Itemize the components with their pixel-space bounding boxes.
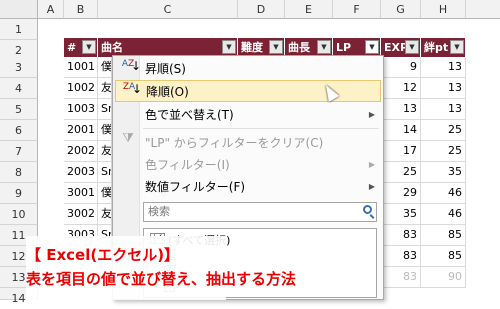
search-icon bbox=[363, 205, 372, 214]
table-cell[interactable]: 85 bbox=[421, 225, 466, 246]
table-cell[interactable]: 友 bbox=[98, 141, 112, 162]
clear-filter-icon: ⧩ bbox=[122, 131, 134, 146]
column-header-h[interactable]: H bbox=[421, 0, 466, 19]
table-cell[interactable]: 9 bbox=[381, 57, 421, 78]
table-cell[interactable]: 僕 bbox=[98, 57, 112, 78]
filter-dropdown-icon[interactable]: ▼ bbox=[222, 40, 236, 54]
table-cell[interactable]: 90 bbox=[421, 267, 466, 288]
submenu-arrow-icon: ▶ bbox=[368, 182, 375, 191]
table-cell[interactable]: 僕 bbox=[98, 120, 112, 141]
sort-by-color-label: 色で並べ替え(T) bbox=[145, 108, 234, 122]
table-cell[interactable]: 83 bbox=[381, 267, 421, 288]
table-cell[interactable]: 85 bbox=[421, 246, 466, 267]
filter-dropdown-icon[interactable]: ▼ bbox=[269, 40, 283, 54]
table-header-number: # ▼ bbox=[64, 38, 98, 57]
table-cell[interactable]: 29 bbox=[381, 183, 421, 204]
table-cell[interactable]: 3002 bbox=[64, 204, 98, 225]
sort-descending-label: 降順(O) bbox=[146, 85, 189, 99]
row-header[interactable]: 5 bbox=[0, 99, 38, 120]
table-cell[interactable]: 2001 bbox=[64, 120, 98, 141]
column-header-d[interactable]: D bbox=[238, 0, 285, 19]
row-header[interactable]: 8 bbox=[0, 162, 38, 183]
table-cell[interactable]: 25 bbox=[381, 162, 421, 183]
table-cell[interactable]: 25 bbox=[421, 120, 466, 141]
caption-subtitle: 表を項目の値で並び替え、抽出する方法 bbox=[26, 270, 297, 288]
filter-dropdown-icon[interactable]: ▼ bbox=[82, 40, 96, 54]
table-header-label: 絆pt bbox=[424, 41, 449, 54]
sort-za-icon: ZA ↓ bbox=[122, 82, 143, 96]
row-header[interactable]: 7 bbox=[0, 141, 38, 162]
sort-az-icon: AZ ↓ bbox=[121, 59, 142, 73]
filter-dropdown-icon[interactable]: ▼ bbox=[450, 40, 464, 54]
table-cell[interactable]: 13 bbox=[421, 78, 466, 99]
table-cell[interactable]: 12 bbox=[381, 78, 421, 99]
menu-separator bbox=[143, 128, 379, 129]
filter-dropdown-icon[interactable]: ▼ bbox=[405, 40, 419, 54]
table-cell[interactable]: 14 bbox=[381, 120, 421, 141]
column-header-e[interactable]: E bbox=[285, 0, 333, 19]
table-cell[interactable]: 3001 bbox=[64, 183, 98, 204]
table-cell[interactable]: 友 bbox=[98, 204, 112, 225]
sort-ascending-label: 昇順(S) bbox=[145, 62, 186, 76]
color-filter-item[interactable]: 色フィルター(I) ▶ bbox=[115, 154, 381, 176]
table-cell[interactable]: 1001 bbox=[64, 57, 98, 78]
filter-dropdown-icon[interactable]: ▼ bbox=[365, 40, 379, 54]
clear-filter-label: "LP" からフィルターをクリア(C) bbox=[145, 136, 324, 150]
clear-filter-item[interactable]: ⧩ "LP" からフィルターをクリア(C) bbox=[115, 132, 381, 154]
row-header[interactable]: 6 bbox=[0, 120, 38, 141]
search-input[interactable]: 検索 bbox=[143, 202, 377, 222]
sort-by-color-item[interactable]: 色で並べ替え(T) ▶ bbox=[115, 104, 381, 126]
column-header-i[interactable] bbox=[466, 0, 500, 19]
table-cell[interactable]: 13 bbox=[421, 99, 466, 120]
row-header[interactable]: 3 bbox=[0, 57, 38, 78]
column-header-g[interactable]: G bbox=[381, 0, 421, 19]
table-cell[interactable]: 35 bbox=[421, 162, 466, 183]
table-cell[interactable]: 83 bbox=[381, 246, 421, 267]
table-cell[interactable]: 46 bbox=[421, 204, 466, 225]
table-cell[interactable]: 友 bbox=[98, 78, 112, 99]
table-cell[interactable]: 25 bbox=[421, 141, 466, 162]
number-filter-label: 数値フィルター(F) bbox=[145, 180, 246, 194]
search-placeholder: 検索 bbox=[148, 205, 170, 218]
table-header-label: LP bbox=[336, 41, 352, 54]
submenu-arrow-icon: ▶ bbox=[368, 110, 375, 119]
table-header-exp: EXP ▼ bbox=[381, 38, 421, 57]
filter-dropdown-icon[interactable]: ▼ bbox=[317, 40, 331, 54]
table-header-label: # bbox=[67, 41, 77, 54]
sort-ascending-item[interactable]: AZ ↓ 昇順(S) bbox=[115, 58, 381, 80]
table-cell[interactable]: 1002 bbox=[64, 78, 98, 99]
select-all-corner[interactable] bbox=[0, 0, 38, 19]
column-header-c[interactable]: C bbox=[98, 0, 238, 19]
column-header-b[interactable]: B bbox=[64, 0, 98, 19]
table-cell[interactable]: Sn bbox=[98, 162, 112, 183]
table-cell[interactable]: 1003 bbox=[64, 99, 98, 120]
row-header[interactable]: 9 bbox=[0, 183, 38, 204]
table-header-label: 難度 bbox=[241, 41, 263, 54]
column-header-a[interactable]: A bbox=[38, 0, 64, 19]
table-cell[interactable]: 83 bbox=[381, 225, 421, 246]
sort-descending-item[interactable]: ZA ↓ 降順(O) bbox=[115, 80, 381, 102]
row-header[interactable]: 4 bbox=[0, 78, 38, 99]
table-cell[interactable]: 46 bbox=[421, 183, 466, 204]
table-cell[interactable]: 僕 bbox=[98, 183, 112, 204]
table-cell[interactable]: 2003 bbox=[64, 162, 98, 183]
row-header[interactable]: 10 bbox=[0, 204, 38, 225]
table-header-label: 曲長 bbox=[288, 41, 310, 54]
table-cell[interactable]: Sn bbox=[98, 99, 112, 120]
column-header-f[interactable]: F bbox=[333, 0, 381, 19]
table-cell[interactable]: 13 bbox=[421, 57, 466, 78]
table-cell[interactable]: 2002 bbox=[64, 141, 98, 162]
table-cell[interactable]: 13 bbox=[381, 99, 421, 120]
table-header-label: 曲名 bbox=[101, 41, 123, 54]
submenu-arrow-icon: ▶ bbox=[368, 160, 375, 169]
table-header-pt: 絆pt ▼ bbox=[421, 38, 466, 57]
color-filter-label: 色フィルター(I) bbox=[145, 158, 230, 172]
table-cell[interactable]: 17 bbox=[381, 141, 421, 162]
number-filter-item[interactable]: 数値フィルター(F) ▶ bbox=[115, 176, 381, 198]
table-cell[interactable]: 35 bbox=[381, 204, 421, 225]
caption-title: 【 Excel(エクセル)】 bbox=[26, 246, 180, 264]
row-header[interactable]: 1 bbox=[0, 19, 38, 40]
